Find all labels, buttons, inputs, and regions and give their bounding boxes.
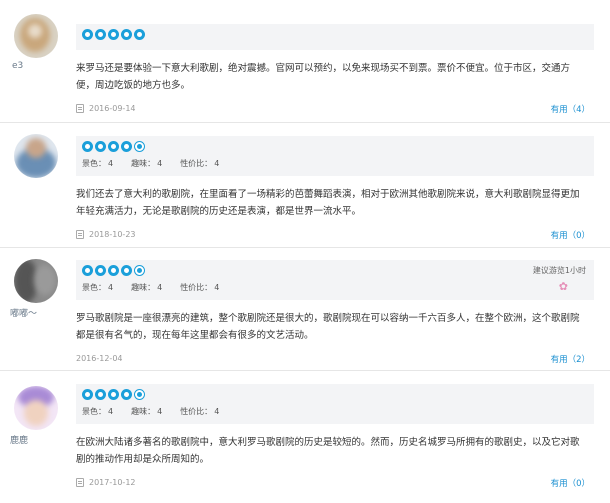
review-date: 2017-10-12 [76,478,136,487]
star-rating [82,265,145,276]
avatar[interactable] [14,134,58,178]
sub-rating-value: 性价比： 4 [180,159,220,168]
star-icon [108,265,119,276]
star-icon [95,265,106,276]
star-icon [108,141,119,152]
star-rating [82,389,145,400]
star-icon [82,265,93,276]
rating-bar: 景色： 4 趣味： 4 性价比： 4 [76,384,594,424]
review-date: 2016-09-14 [76,104,136,113]
mascot-icon: ✿ [558,280,568,293]
reviewer[interactable] [10,134,62,181]
review-meta: 2018-10-23 有用（0） [76,226,594,246]
sub-rating-scenery: 景色： 4 [82,407,114,416]
star-icon [82,29,93,40]
sub-rating-value: 性价比： 4 [180,407,220,416]
review-date: 2018-10-23 [76,230,136,239]
star-icon [108,29,119,40]
star-icon [82,141,93,152]
review-text: 罗马歌剧院是一座很漂亮的建筑，整个歌剧院还是很大的，歌剧院现在可以容纳一千六百多… [76,313,580,341]
reviewer-name[interactable]: 鹿鹿 [10,433,62,446]
divider [0,247,610,248]
divider [0,370,610,371]
sub-rating-scenery: 景色： 4 [82,283,114,292]
useful-button[interactable]: 有用（4） [551,103,590,115]
reviewer[interactable]: 鹿鹿 [10,386,62,446]
avatar[interactable] [14,14,58,58]
star-icon [82,389,93,400]
review-meta: 2016-09-14 有用（4） [76,100,594,120]
star-icon [95,29,106,40]
sub-rating-fun: 趣味： 4 [131,407,163,416]
star-icon [95,141,106,152]
star-icon [121,389,132,400]
star-icon [95,389,106,400]
rating-bar [76,24,594,50]
star-empty-icon [134,141,145,152]
star-icon [121,265,132,276]
review-meta: 2016-12-04 有用（2） [76,350,594,370]
rating-bar: 景色： 4 趣味： 4 性价比： 4 建议游览1小时 ✿ [76,260,594,300]
sub-ratings: 景色： 4 趣味： 4 性价比： 4 [82,406,219,417]
sub-rating-value: 性价比： 4 [180,283,220,292]
sub-rating-fun: 趣味： 4 [131,159,163,168]
star-rating [82,141,145,152]
recommended-duration: 建议游览1小时 [532,266,586,275]
star-icon [121,29,132,40]
document-icon [76,230,84,239]
document-icon [76,104,84,113]
star-empty-icon [134,389,145,400]
review-meta: 2017-10-12 有用（0） [76,474,594,494]
star-empty-icon [134,265,145,276]
sub-rating-scenery: 景色： 4 [82,159,114,168]
review-text: 我们还去了意大利的歌剧院，在里面看了一场精彩的芭蕾舞蹈表演，相对于欧洲其他歌剧院… [76,189,580,217]
rating-bar: 景色： 4 趣味： 4 性价比： 4 [76,136,594,176]
reviewer-name[interactable]: 嘟嘟～ [10,306,62,319]
avatar[interactable] [14,259,58,303]
star-icon [108,389,119,400]
document-icon [76,478,84,487]
star-icon [121,141,132,152]
star-rating [82,29,145,40]
divider [0,122,610,123]
sub-rating-fun: 趣味： 4 [131,283,163,292]
review-date: 2016-12-04 [76,354,123,363]
useful-button[interactable]: 有用（0） [551,229,590,241]
avatar[interactable] [14,386,58,430]
reviewer-name[interactable]: e3 [12,61,62,71]
reviewer[interactable]: 嘟嘟～ [10,259,62,319]
useful-button[interactable]: 有用（2） [551,353,590,365]
reviewer[interactable]: e3 [10,14,62,71]
star-icon [134,29,145,40]
review-text: 在欧洲大陆诸多著名的歌剧院中，意大利罗马歌剧院的历史是较短的。然而，历史名城罗马… [76,437,580,465]
review-text: 来罗马还是要体验一下意大利歌剧，绝对震撼。官网可以预约，以免来现场买不到票。票价… [76,63,571,91]
useful-button[interactable]: 有用（0） [551,477,590,489]
sub-ratings: 景色： 4 趣味： 4 性价比： 4 [82,282,219,293]
sub-ratings: 景色： 4 趣味： 4 性价比： 4 [82,158,219,169]
